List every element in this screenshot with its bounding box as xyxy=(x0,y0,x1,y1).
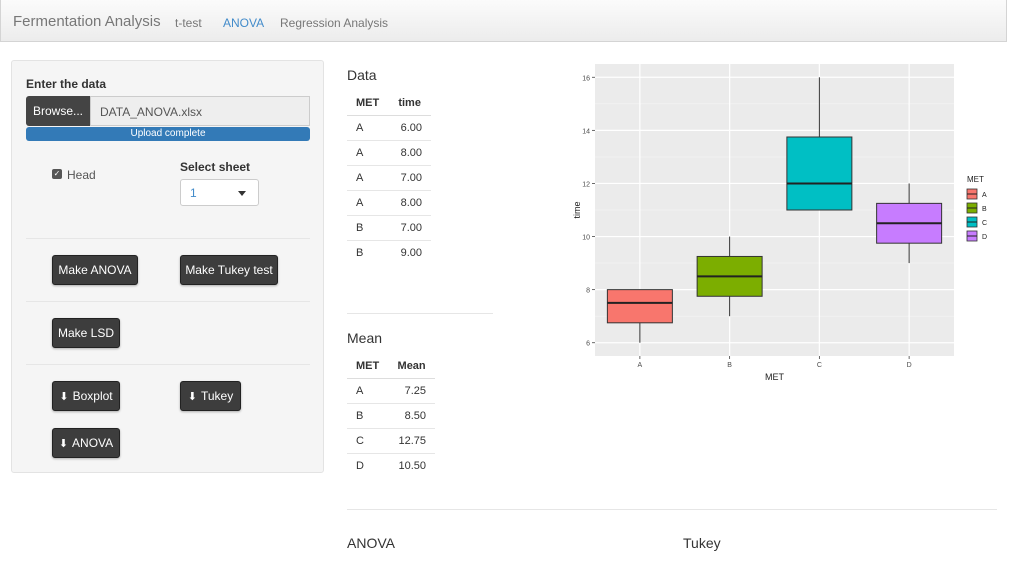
file-name-field[interactable]: DATA_ANOVA.xlsx xyxy=(90,96,310,126)
make-anova-button[interactable]: Make ANOVA xyxy=(52,255,138,285)
y-tick-label: 10 xyxy=(582,235,590,242)
column-header: MET xyxy=(347,90,390,116)
table-cell: 7.00 xyxy=(389,165,431,191)
table-row: A 6.00 xyxy=(347,115,431,141)
divider xyxy=(347,509,997,510)
box-C xyxy=(786,136,853,211)
y-tick-label: 12 xyxy=(582,181,590,188)
table-cell: 9.00 xyxy=(389,240,431,265)
legend-label: D xyxy=(982,234,987,241)
head-checkbox[interactable]: ✓ xyxy=(52,169,62,179)
download-tukey-button[interactable]: ⬇ Tukey xyxy=(180,381,241,411)
divider xyxy=(26,364,310,365)
make-lsd-button[interactable]: Make LSD xyxy=(52,318,120,348)
table-row: A 7.25 xyxy=(347,378,435,404)
divider xyxy=(26,301,310,302)
download-boxplot-label: Boxplot xyxy=(72,389,113,403)
mean-table-title: Mean xyxy=(347,330,383,346)
head-checkbox-label: Head xyxy=(67,168,96,182)
anova-section-title: ANOVA xyxy=(347,535,395,551)
tukey-section-title: Tukey xyxy=(683,535,721,551)
divider xyxy=(26,238,310,239)
y-axis-title: time xyxy=(572,201,582,218)
download-anova-button[interactable]: ⬇ ANOVA xyxy=(52,428,120,458)
table-cell: 7.25 xyxy=(388,378,435,404)
app-title[interactable]: Fermentation Analysis xyxy=(13,13,161,30)
y-tick-label: 16 xyxy=(582,75,590,82)
table-row: A 8.00 xyxy=(347,140,431,166)
tab-regression-analysis[interactable]: Regression Analysis xyxy=(280,16,388,30)
sheet-select[interactable]: 1 xyxy=(180,179,259,206)
make-anova-label: Make ANOVA xyxy=(58,263,132,277)
table-cell: C xyxy=(347,428,389,454)
table-cell: B xyxy=(347,403,389,429)
table-cell: A xyxy=(347,378,389,404)
table-cell: 8.50 xyxy=(388,403,435,429)
legend-label: A xyxy=(982,192,987,199)
enter-data-label: Enter the data xyxy=(26,77,107,91)
x-tick-label: B xyxy=(727,362,732,369)
browse-button[interactable]: Browse... xyxy=(26,96,90,126)
y-tick-label: 6 xyxy=(586,341,590,348)
table-row: A 8.00 xyxy=(347,190,431,216)
table-cell: 7.00 xyxy=(389,215,431,241)
column-header: Mean xyxy=(388,353,435,379)
x-axis-title: MET xyxy=(765,372,785,380)
table-row: A 7.00 xyxy=(347,165,431,191)
tab-t-test[interactable]: t-test xyxy=(175,16,202,30)
table-cell: 8.00 xyxy=(389,190,431,216)
table-cell: D xyxy=(347,453,389,478)
select-sheet-label: Select sheet xyxy=(180,160,251,174)
table-row: B 7.00 xyxy=(347,215,431,241)
download-tukey-label: Tukey xyxy=(200,389,234,403)
download-icon: ⬇ xyxy=(59,390,69,403)
x-tick-label: D xyxy=(907,362,912,369)
legend-label: B xyxy=(982,206,987,213)
sidebar-panel: Enter the data Browse... DATA_ANOVA.xlsx… xyxy=(11,60,324,473)
legend-title: MET xyxy=(967,175,984,184)
data-table-title: Data xyxy=(347,67,377,83)
table-cell: 8.00 xyxy=(389,140,431,166)
table-cell: A xyxy=(347,190,390,216)
mean-table: MET Mean A 7.25 B 8.50 C 12.75 D 10.50 xyxy=(347,353,435,478)
table-cell: B xyxy=(347,215,390,241)
make-tukey-button[interactable]: Make Tukey test xyxy=(180,255,278,285)
table-cell: B xyxy=(347,240,390,265)
make-lsd-label: Make LSD xyxy=(57,326,115,340)
table-cell: 10.50 xyxy=(388,453,435,478)
table-row: B 9.00 xyxy=(347,240,431,265)
table-row: C 12.75 xyxy=(347,428,435,454)
table-cell: A xyxy=(347,115,390,141)
column-header: time xyxy=(389,90,431,116)
navbar: Fermentation Analysis t-test ANOVA Regre… xyxy=(0,0,1007,42)
download-icon: ⬇ xyxy=(187,390,197,403)
table-row: B 8.50 xyxy=(347,403,435,429)
column-header: MET xyxy=(347,353,389,379)
download-icon: ⬇ xyxy=(58,437,69,450)
table-row: D 10.50 xyxy=(347,453,435,478)
x-tick-label: C xyxy=(817,362,822,369)
download-anova-label: ANOVA xyxy=(72,436,114,450)
make-tukey-label: Make Tukey test xyxy=(185,263,273,277)
table-cell: A xyxy=(347,140,390,166)
sheet-select-value: 1 xyxy=(190,186,197,200)
y-tick-label: 14 xyxy=(582,128,590,135)
tab-anova[interactable]: ANOVA xyxy=(223,16,264,30)
caret-down-icon xyxy=(238,191,246,196)
upload-progress-bar: Upload complete xyxy=(26,127,310,141)
table-cell: 6.00 xyxy=(389,115,431,141)
table-cell: A xyxy=(347,165,390,191)
divider xyxy=(347,313,493,314)
legend-label: C xyxy=(982,220,987,227)
y-tick-label: 8 xyxy=(586,288,590,295)
table-cell: 12.75 xyxy=(388,428,435,454)
x-tick-label: A xyxy=(638,362,643,369)
boxplot-chart: 6810121416A B C DMETtimeMETABCD xyxy=(572,64,987,380)
data-table: MET time A 6.00 A 8.00 A 7.00 A 8.00 B 7.00 B 9.00 xyxy=(347,90,431,265)
download-boxplot-button[interactable]: ⬇ Boxplot xyxy=(52,381,120,411)
box-A xyxy=(606,289,673,324)
